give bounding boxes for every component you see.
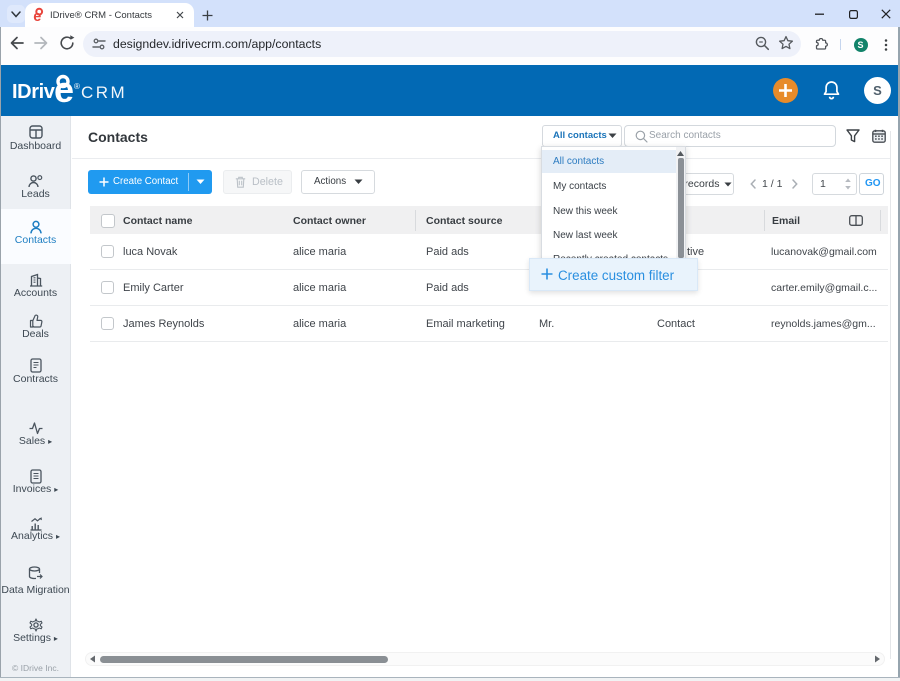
svg-text:IDriv: IDriv [12,81,56,103]
svg-text:e: e [33,9,41,22]
svg-text:CRM: CRM [81,83,127,102]
svg-text:®: ® [74,82,80,91]
